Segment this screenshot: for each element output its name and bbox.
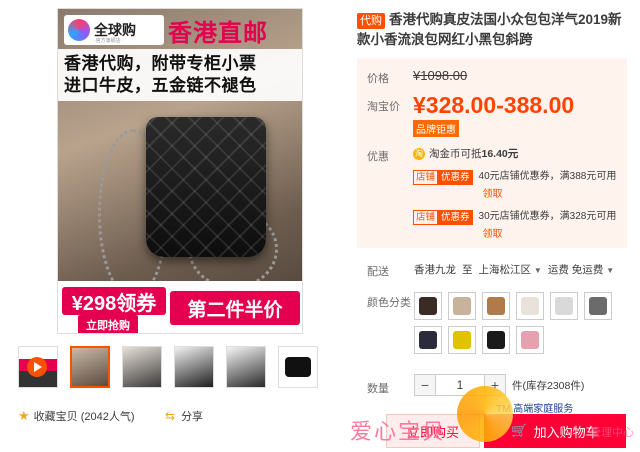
shipping-fee-select[interactable]: 运费 免运费 ▼	[548, 262, 614, 277]
color-swatch[interactable]	[448, 326, 476, 354]
coupon-store-tag: 店铺	[413, 210, 439, 225]
quantity-stepper: − 1 + 件(库存2308件)	[414, 374, 584, 396]
swatch-image	[419, 297, 437, 315]
swatch-image	[487, 297, 505, 315]
color-swatch[interactable]	[516, 292, 544, 320]
favorite-button[interactable]: ★ 收藏宝贝 (2042人气)	[18, 408, 135, 424]
claim-coupon-link[interactable]: 领取	[483, 229, 503, 240]
coupon-store-tag: 店铺	[413, 170, 439, 185]
thumbnail-selected[interactable]	[70, 346, 110, 388]
coupon-price-tag: ¥298领券	[62, 287, 166, 315]
shipping-row: 香港九龙 至 上海松江区 ▼ 运费 免运费 ▼	[414, 262, 614, 277]
taojinbi-offer: 淘 淘金币可抵 16.40元	[413, 146, 518, 161]
fee-value: 免运费	[571, 264, 604, 276]
thumbnail-strip	[18, 346, 318, 388]
fee-label: 运费	[547, 264, 569, 276]
hk-direct-title: 香港直邮	[168, 20, 268, 47]
ship-to-word: 至	[462, 264, 473, 276]
taobao-price-label: 淘宝价	[367, 101, 400, 113]
main-product-image[interactable]: 全球购 ·官方旗舰店· 香港直邮 香港代购，附带专柜小票 进口牛皮，五金链不褪色…	[57, 8, 303, 334]
handbag-photo	[146, 117, 266, 257]
add-to-cart-button[interactable]: 🛒 加入购物车	[484, 414, 626, 448]
share-label: 分享	[181, 411, 204, 423]
taobao-price: ¥328.00-388.00	[413, 92, 575, 118]
color-swatch[interactable]	[414, 326, 442, 354]
coupon-type-tag: 优惠券	[438, 170, 473, 185]
promo-line: 香港代购，附带专柜小票	[64, 54, 257, 73]
swatch-image	[589, 297, 607, 315]
thumbnail[interactable]	[174, 346, 214, 388]
offers-label: 优惠	[367, 151, 389, 163]
original-price: ¥1098.00	[413, 68, 468, 83]
chevron-down-icon: ▼	[533, 266, 542, 275]
ship-destination-select[interactable]: 上海松江区 ▼	[479, 262, 542, 277]
product-title: 代购 香港代购真皮法国小众包包洋气2019新款小香流浪包网红小黑包斜跨	[357, 10, 627, 50]
daigou-badge: 代购	[357, 13, 385, 29]
brand-discount-badge: 品牌钜惠	[413, 120, 459, 137]
color-swatch[interactable]	[414, 292, 442, 320]
image-buy-now-label: 立即抢购	[78, 315, 138, 333]
global-buy-logo-icon	[68, 19, 90, 41]
global-buy-badge: 全球购 ·官方旗舰店·	[64, 15, 164, 45]
increase-button[interactable]: +	[484, 374, 506, 396]
bag-icon	[285, 357, 311, 377]
swatch-image	[453, 297, 471, 315]
quantity-label: 数量	[367, 383, 389, 395]
add-to-cart-label: 加入购物车	[533, 424, 599, 440]
ship-destination: 上海松江区	[478, 264, 532, 276]
cart-icon: 🛒	[511, 423, 528, 438]
claim-coupon-link[interactable]: 领取	[483, 189, 503, 200]
color-label: 颜色分类	[367, 297, 411, 309]
coupon-text: 40元店铺优惠券，满388元可用	[478, 171, 617, 182]
color-swatch[interactable]	[516, 326, 544, 354]
thumbnail[interactable]	[122, 346, 162, 388]
star-icon: ★	[18, 408, 30, 423]
second-item-half-price: 第二件半价	[170, 291, 300, 325]
stock-text: 件(库存2308件)	[512, 379, 585, 392]
thumbnail[interactable]	[226, 346, 266, 388]
coupon-item: 店铺 优惠券 40元店铺优惠券，满388元可用领取	[413, 168, 623, 204]
color-swatch[interactable]	[584, 292, 612, 320]
thumbnail[interactable]	[278, 346, 318, 388]
price-label: 价格	[367, 73, 389, 85]
promo-banner: ¥298领券 立即抢购 第二件半价	[58, 281, 302, 333]
color-swatches	[414, 292, 634, 354]
price-panel: 价格 ¥1098.00 淘宝价 ¥328.00-388.00 品牌钜惠 优惠 淘…	[357, 58, 627, 248]
swatch-image	[521, 331, 539, 349]
color-swatch[interactable]	[550, 292, 578, 320]
swatch-image	[521, 297, 539, 315]
quantity-input[interactable]: 1	[436, 374, 484, 396]
chevron-down-icon: ▼	[606, 266, 615, 275]
taojinbi-coin-icon: 淘	[413, 147, 425, 160]
product-title-text: 香港代购真皮法国小众包包洋气2019新款小香流浪包网红小黑包斜跨	[357, 12, 622, 47]
tmall-service: TM 高端家庭服务	[496, 404, 574, 415]
color-swatch[interactable]	[448, 292, 476, 320]
swatch-image	[555, 297, 573, 315]
color-swatch[interactable]	[482, 326, 510, 354]
coupon-type-tag: 优惠券	[438, 210, 473, 225]
coupon-item: 店铺 优惠券 30元店铺优惠券，满328元可用领取	[413, 208, 623, 244]
favorite-label: 收藏宝贝 (2042人气)	[33, 411, 135, 423]
promo-lines: 香港代购，附带专柜小票 进口牛皮，五金链不褪色	[58, 49, 302, 101]
coupon-text: 30元店铺优惠券，满328元可用	[478, 211, 617, 222]
ship-from: 香港九龙	[414, 264, 456, 276]
decrease-button[interactable]: −	[414, 374, 436, 396]
thumbnail-video[interactable]	[18, 346, 58, 388]
color-swatch[interactable]	[482, 292, 510, 320]
shipping-label: 配送	[367, 266, 389, 278]
swatch-image	[487, 331, 505, 349]
buy-now-button[interactable]: 立即购买	[386, 414, 480, 448]
brand-subtitle: ·官方旗舰店·	[94, 38, 123, 44]
swatch-image	[419, 331, 437, 349]
coin-text: 淘金币可抵	[429, 148, 482, 160]
share-icon: ⇆	[165, 409, 176, 423]
play-icon	[27, 357, 47, 377]
share-button[interactable]: ⇆ 分享	[165, 408, 203, 424]
coin-amount: 16.40元	[481, 148, 519, 160]
promo-line: 进口牛皮，五金链不褪色	[64, 76, 257, 95]
swatch-image	[453, 331, 471, 349]
